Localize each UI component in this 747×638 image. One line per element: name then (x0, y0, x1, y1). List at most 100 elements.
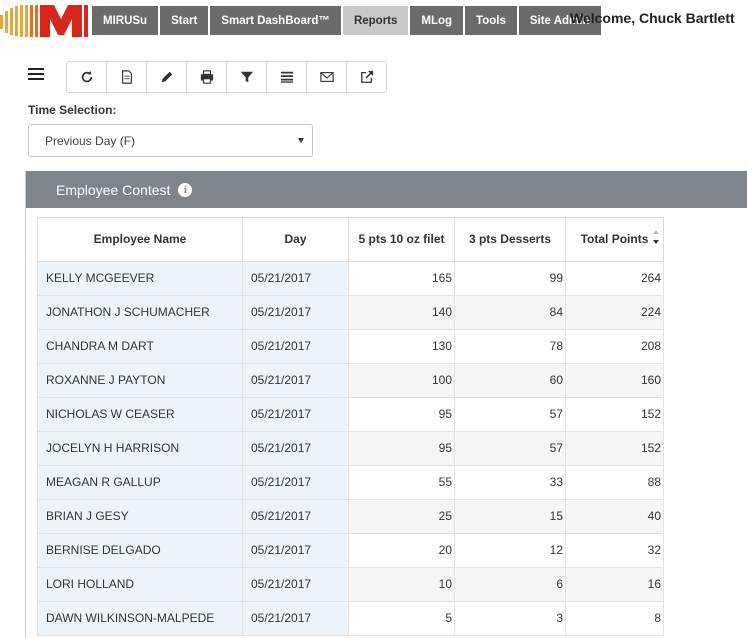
cell-employee-name: ROXANNE J PAYTON (37, 362, 243, 398)
print-button[interactable] (186, 61, 227, 93)
cell-filet: 165 (348, 260, 455, 296)
welcome-message: Welcome, Chuck Bartlett (570, 10, 735, 26)
refresh-button[interactable] (66, 61, 107, 93)
cell-filet: 130 (348, 328, 455, 364)
cell-filet: 5 (348, 600, 455, 636)
cell-day: 05/21/2017 (242, 498, 349, 534)
nav-mirusu[interactable]: MIRUSu (92, 6, 159, 35)
list-icon (280, 71, 293, 83)
table-row: JOCELYN H HARRISON 05/21/2017 95 57 152 (37, 430, 664, 466)
contest-table-container: Employee Name Day 5 pts 10 oz filet 3 pt… (37, 217, 664, 636)
cell-day: 05/21/2017 (242, 362, 349, 398)
cell-day: 05/21/2017 (242, 532, 349, 568)
nav-start[interactable]: Start (160, 6, 209, 35)
table-row: LORI HOLLAND 05/21/2017 10 6 16 (37, 566, 664, 602)
cell-total-points: 264 (565, 260, 664, 296)
column-header-desserts[interactable]: 3 pts Desserts (454, 218, 566, 262)
company-logo[interactable] (0, 5, 88, 37)
external-link-icon (360, 70, 373, 83)
document-icon (121, 70, 132, 84)
contest-table: Employee Name Day 5 pts 10 oz filet 3 pt… (37, 218, 664, 636)
cell-filet: 140 (348, 294, 455, 330)
cell-day: 05/21/2017 (242, 294, 349, 330)
cell-employee-name: MEAGAN R GALLUP (37, 464, 243, 500)
report-toolbar (66, 61, 387, 93)
cell-filet: 55 (348, 464, 455, 500)
table-row: BERNISE DELGADO 05/21/2017 20 12 32 (37, 532, 664, 568)
cell-filet: 25 (348, 498, 455, 534)
print-icon (200, 70, 213, 84)
cell-desserts: 84 (454, 294, 566, 330)
cell-desserts: 3 (454, 600, 566, 636)
cell-total-points: 208 (565, 328, 664, 364)
total-points-label: Total Points (580, 232, 649, 247)
table-row: KELLY MCGEEVER 05/21/2017 165 99 264 (37, 260, 664, 296)
email-button[interactable] (306, 61, 347, 93)
cell-day: 05/21/2017 (242, 328, 349, 364)
cell-employee-name: JOCELYN H HARRISON (37, 430, 243, 466)
cell-employee-name: NICHOLAS W CEASER (37, 396, 243, 432)
table-row: ROXANNE J PAYTON 05/21/2017 100 60 160 (37, 362, 664, 398)
table-row: MEAGAN R GALLUP 05/21/2017 55 33 88 (37, 464, 664, 500)
cell-employee-name: BERNISE DELGADO (37, 532, 243, 568)
refresh-icon (81, 70, 92, 83)
cell-filet: 100 (348, 362, 455, 398)
column-header-filet[interactable]: 5 pts 10 oz filet (348, 218, 455, 262)
cell-day: 05/21/2017 (242, 566, 349, 602)
cell-total-points: 16 (565, 566, 664, 602)
panel-header: Employee Contest i (26, 171, 747, 208)
nav-mlog[interactable]: MLog (410, 6, 464, 35)
cell-desserts: 15 (454, 498, 566, 534)
cell-desserts: 60 (454, 362, 566, 398)
time-selection-dropdown[interactable]: Previous Day (F) (28, 124, 313, 157)
caret-down-icon (298, 138, 304, 143)
cell-employee-name: LORI HOLLAND (37, 566, 243, 602)
envelope-icon (319, 72, 334, 82)
cell-employee-name: CHANDRA M DART (37, 328, 243, 364)
info-icon[interactable]: i (178, 182, 193, 197)
column-header-employee-name[interactable]: Employee Name (37, 218, 243, 262)
cell-filet: 20 (348, 532, 455, 568)
cell-desserts: 57 (454, 430, 566, 466)
sort-descending-icon[interactable] (653, 230, 661, 244)
cell-total-points: 224 (565, 294, 664, 330)
cell-total-points: 160 (565, 362, 664, 398)
cell-day: 05/21/2017 (242, 464, 349, 500)
cell-total-points: 8 (565, 600, 664, 636)
main-nav: MIRUSu Start Smart DashBoard™ Reports ML… (92, 6, 601, 35)
column-header-day[interactable]: Day (242, 218, 349, 262)
cell-total-points: 40 (565, 498, 664, 534)
employee-contest-panel: Employee Contest i Employee Name Day 5 p… (25, 171, 747, 638)
cell-employee-name: DAWN WILKINSON-MALPEDE (37, 600, 243, 636)
nav-tools[interactable]: Tools (465, 6, 517, 35)
list-button[interactable] (266, 61, 307, 93)
table-row: CHANDRA M DART 05/21/2017 130 78 208 (37, 328, 664, 364)
table-header-row: Employee Name Day 5 pts 10 oz filet 3 pt… (37, 218, 664, 262)
cell-desserts: 12 (454, 532, 566, 568)
hamburger-menu-icon[interactable] (28, 68, 44, 82)
pencil-icon (161, 71, 172, 83)
cell-total-points: 88 (565, 464, 664, 500)
export-button[interactable] (346, 61, 387, 93)
nav-reports[interactable]: Reports (342, 6, 409, 35)
time-selection-value: Previous Day (F) (45, 133, 136, 148)
cell-filet: 10 (348, 566, 455, 602)
edit-button[interactable] (146, 61, 187, 93)
table-row: DAWN WILKINSON-MALPEDE 05/21/2017 5 3 8 (37, 600, 664, 636)
cell-total-points: 152 (565, 396, 664, 432)
nav-smart-dashboard[interactable]: Smart DashBoard™ (210, 6, 341, 35)
cell-employee-name: KELLY MCGEEVER (37, 260, 243, 296)
document-button[interactable] (106, 61, 147, 93)
cell-filet: 95 (348, 396, 455, 432)
column-header-total-points[interactable]: Total Points (565, 218, 664, 262)
table-row: BRIAN J GESY 05/21/2017 25 15 40 (37, 498, 664, 534)
time-selection-label: Time Selection: (28, 103, 117, 117)
table-row: JONATHON J SCHUMACHER 05/21/2017 140 84 … (37, 294, 664, 330)
cell-desserts: 33 (454, 464, 566, 500)
filter-icon (240, 71, 253, 83)
cell-day: 05/21/2017 (242, 430, 349, 466)
cell-desserts: 78 (454, 328, 566, 364)
filter-button[interactable] (226, 61, 267, 93)
cell-employee-name: BRIAN J GESY (37, 498, 243, 534)
cell-employee-name: JONATHON J SCHUMACHER (37, 294, 243, 330)
